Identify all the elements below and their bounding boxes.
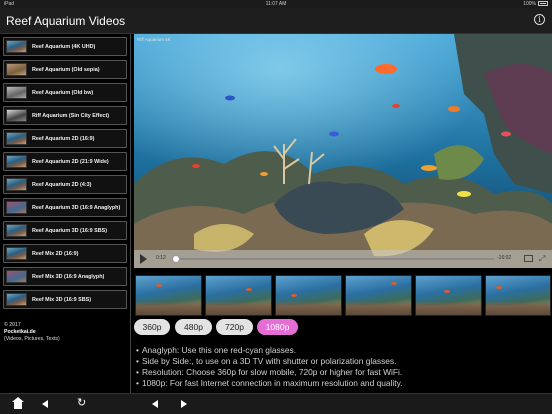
video-item-label: Reef Mix 3D (16:9 SBS) [32, 296, 92, 303]
video-thumbnail [6, 63, 27, 76]
home-icon[interactable] [12, 397, 24, 409]
video-item-reef-aquarium-3d-sbs[interactable]: Reef Aquarium 3D (16:9 SBS) [3, 221, 127, 240]
video-thumbnail [6, 247, 27, 260]
fish-graphic [156, 284, 162, 287]
navigation-bar: Reef Aquarium Videos i [0, 8, 552, 34]
reef-graphic [136, 301, 201, 315]
video-item-label: Reef Mix 2D (16:9) [32, 250, 79, 257]
chapter-thumbnail-1[interactable] [135, 275, 202, 316]
video-item-reef-aquarium-old-sepia[interactable]: Reef Aquarium (Old sepia) [3, 60, 127, 79]
video-item-label: Riff Aquarium (Sin City Effect) [32, 112, 110, 119]
reef-graphic [206, 301, 271, 315]
video-list-sidebar: Reef Aquarium (4K UHD) Reef Aquarium (Ol… [0, 34, 131, 394]
next-icon[interactable] [181, 400, 187, 408]
page-title: Reef Aquarium Videos [6, 14, 126, 28]
battery-indicator: 100% [523, 1, 548, 7]
play-icon[interactable] [140, 254, 147, 264]
chapter-thumbnail-2[interactable] [205, 275, 272, 316]
video-thumbnail [6, 155, 27, 168]
resolution-button-480p[interactable]: 480p [175, 319, 212, 335]
fish-graphic [496, 286, 502, 289]
battery-percent: 100% [523, 1, 536, 7]
fish-graphic [246, 288, 252, 291]
video-item-label: Reef Aquarium 2D (21:9 Wide) [32, 158, 109, 165]
video-item-label: Reef Aquarium (4K UHD) [32, 43, 96, 50]
resolution-button-1080p[interactable]: 1080p [257, 319, 298, 335]
video-item-label: Reef Aquarium 2D (4:3) [32, 181, 92, 188]
video-item-label: Reef Aquarium 3D (16:9 SBS) [32, 227, 107, 234]
remaining-time: -16:02 [497, 255, 512, 261]
chapter-thumbnail-4[interactable] [345, 275, 412, 316]
video-item-reef-aquarium-3d-anaglyph[interactable]: Reef Aquarium 3D (16:9 Anaglyph) [3, 198, 127, 217]
video-item-reef-mix-3d-sbs[interactable]: Reef Mix 3D (16:9 SBS) [3, 290, 127, 309]
video-item-label: Reef Aquarium (Old sepia) [32, 66, 100, 73]
video-item-reef-aquarium-4k[interactable]: Reef Aquarium (4K UHD) [3, 37, 127, 56]
resolution-button-360p[interactable]: 360p [134, 319, 170, 335]
reload-icon[interactable]: ↻ [77, 396, 86, 410]
copyright-note: (Videos, Pictures, Texts) [4, 336, 60, 342]
battery-icon [538, 1, 548, 7]
chapter-thumbnail-3[interactable] [275, 275, 342, 316]
fish-graphic [444, 290, 450, 293]
status-bar: iPad 11:07 AM 100% [0, 0, 552, 8]
video-thumbnail [6, 270, 27, 283]
video-thumbnail [6, 132, 27, 145]
video-item-reef-aquarium-2d-4-3[interactable]: Reef Aquarium 2D (4:3) [3, 175, 127, 194]
info-icon[interactable]: i [534, 14, 545, 25]
video-item-label: Reef Aquarium (Old bw) [32, 89, 94, 96]
fish-graphic [291, 294, 297, 297]
reef-graphic [276, 301, 341, 315]
video-item-reef-aquarium-2d-21-9[interactable]: Reef Aquarium 2D (21:9 Wide) [3, 152, 127, 171]
copyright-notice: © 2017 Pocketkai.de (Videos, Pictures, T… [4, 322, 60, 343]
aquarium-scene [134, 34, 552, 268]
video-item-reef-mix-3d-anaglyph[interactable]: Reef Mix 3D (16:9 Anaglyph) [3, 267, 127, 286]
reef-graphic [346, 301, 411, 315]
video-item-reef-aquarium-2d-16-9[interactable]: Reef Aquarium 2D (16:9) [3, 129, 127, 148]
video-thumbnail [6, 86, 27, 99]
copyright-brand[interactable]: Pocketkai.de [4, 329, 60, 336]
resolution-button-720p[interactable]: 720p [216, 319, 253, 335]
reef-graphic [486, 301, 550, 315]
video-thumbnail [6, 40, 27, 53]
video-thumbnail [6, 178, 27, 191]
video-player[interactable]: Riff Aquarium 4K [134, 34, 552, 268]
video-item-label: Reef Mix 3D (16:9 Anaglyph) [32, 273, 105, 280]
fullscreen-icon[interactable]: ⤢ [539, 254, 545, 263]
video-title: Riff Aquarium 4K [137, 37, 171, 42]
video-thumbnail [6, 224, 27, 237]
video-item-label: Reef Aquarium 2D (16:9) [32, 135, 95, 142]
info-item-1080p: 1080p: For fast Internet connection in m… [136, 378, 403, 389]
status-time: 11:07 AM [265, 1, 287, 7]
seek-knob[interactable] [171, 255, 180, 263]
chapter-thumbnail-5[interactable] [415, 275, 482, 316]
info-item-side-by-side: Side by Side:, to use on a 3D TV with sh… [136, 356, 402, 367]
back-arrow-icon[interactable] [42, 400, 48, 408]
seek-bar[interactable] [171, 255, 494, 263]
video-thumbnail [6, 201, 27, 214]
video-item-riff-aquarium-sin-city[interactable]: Riff Aquarium (Sin City Effect) [3, 106, 127, 125]
player-controls: 0:12 -16:02 ⤢ [134, 250, 552, 268]
previous-icon[interactable] [152, 400, 158, 408]
video-item-label: Reef Aquarium 3D (16:9 Anaglyph) [32, 204, 121, 211]
elapsed-time: 0:12 [156, 255, 166, 261]
chapter-thumbnail-6[interactable] [485, 275, 551, 316]
fish-graphic [391, 282, 397, 285]
bottom-toolbar: ↻ [0, 393, 552, 414]
video-thumbnail [6, 109, 27, 122]
info-list: Anaglyph: Use this one red-cyan glasses.… [136, 345, 403, 389]
airplay-icon[interactable] [524, 255, 533, 262]
reef-graphic [416, 301, 481, 315]
info-item-anaglyph: Anaglyph: Use this one red-cyan glasses. [136, 345, 402, 356]
info-item-resolution: Resolution: Choose 360p for slow mobile,… [136, 367, 402, 378]
video-item-reef-mix-2d[interactable]: Reef Mix 2D (16:9) [3, 244, 127, 263]
copyright-year: © 2017 [4, 322, 21, 328]
video-thumbnail [6, 293, 27, 306]
video-item-reef-aquarium-old-bw[interactable]: Reef Aquarium (Old bw) [3, 83, 127, 102]
